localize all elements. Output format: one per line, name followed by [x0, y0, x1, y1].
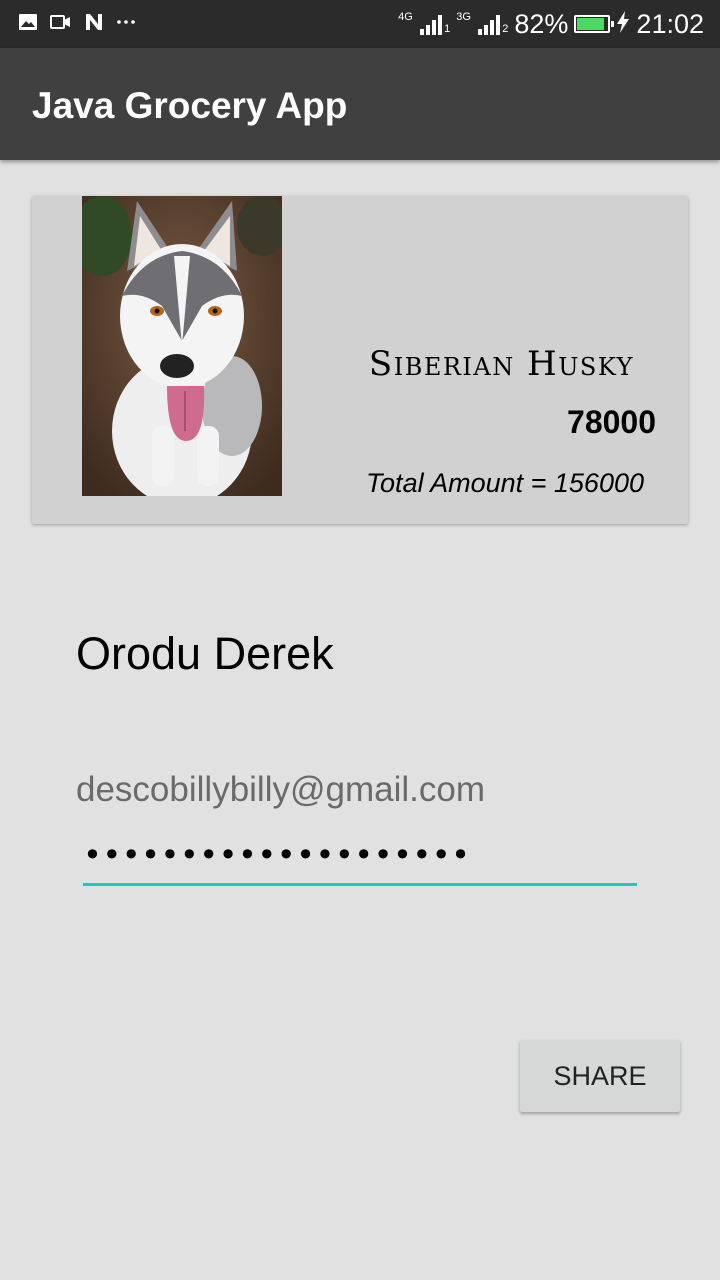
sim-number: 1 [444, 23, 451, 35]
network-type-label: 4G [398, 11, 413, 23]
app-title: Java Grocery App [32, 85, 348, 126]
more-icon [116, 12, 136, 37]
total-amount: Total Amount = 156000 [366, 468, 644, 498]
signal-icon [478, 13, 501, 35]
battery-level [577, 18, 604, 30]
share-button[interactable]: SHARE [520, 1040, 680, 1112]
signal-icon [420, 13, 443, 35]
status-bar-notifications [18, 12, 136, 36]
image-icon [18, 12, 38, 37]
app-bar: Java Grocery App [0, 48, 720, 160]
charging-icon [616, 10, 630, 39]
user-name: Orodu Derek [76, 628, 334, 679]
network-type-label: 3G [456, 11, 471, 23]
status-bar-system: 4G 1 3G 2 82% 21:02 [398, 8, 704, 40]
product-name: Siberian Husky [368, 344, 634, 384]
password-value: •••••••••••••••••••• [83, 836, 471, 874]
video-icon [50, 12, 72, 37]
email-text: descobillybilly@gmail.com [76, 770, 485, 809]
sim-number: 2 [502, 23, 509, 35]
battery-percent: 82% [514, 8, 569, 39]
product-card[interactable]: Siberian Husky 78000 Total Amount = 1560… [32, 196, 688, 524]
signal-sim1: 4G 1 [398, 11, 451, 35]
battery-icon [574, 15, 615, 33]
product-price: 78000 [567, 404, 656, 440]
password-field[interactable]: •••••••••••••••••••• [83, 830, 637, 886]
status-bar: 4G 1 3G 2 82% 21:02 [0, 0, 720, 48]
clock: 21:02 [636, 8, 704, 39]
n-icon [84, 12, 104, 37]
signal-sim2: 3G 2 [456, 11, 509, 35]
husky-photo [82, 196, 282, 496]
